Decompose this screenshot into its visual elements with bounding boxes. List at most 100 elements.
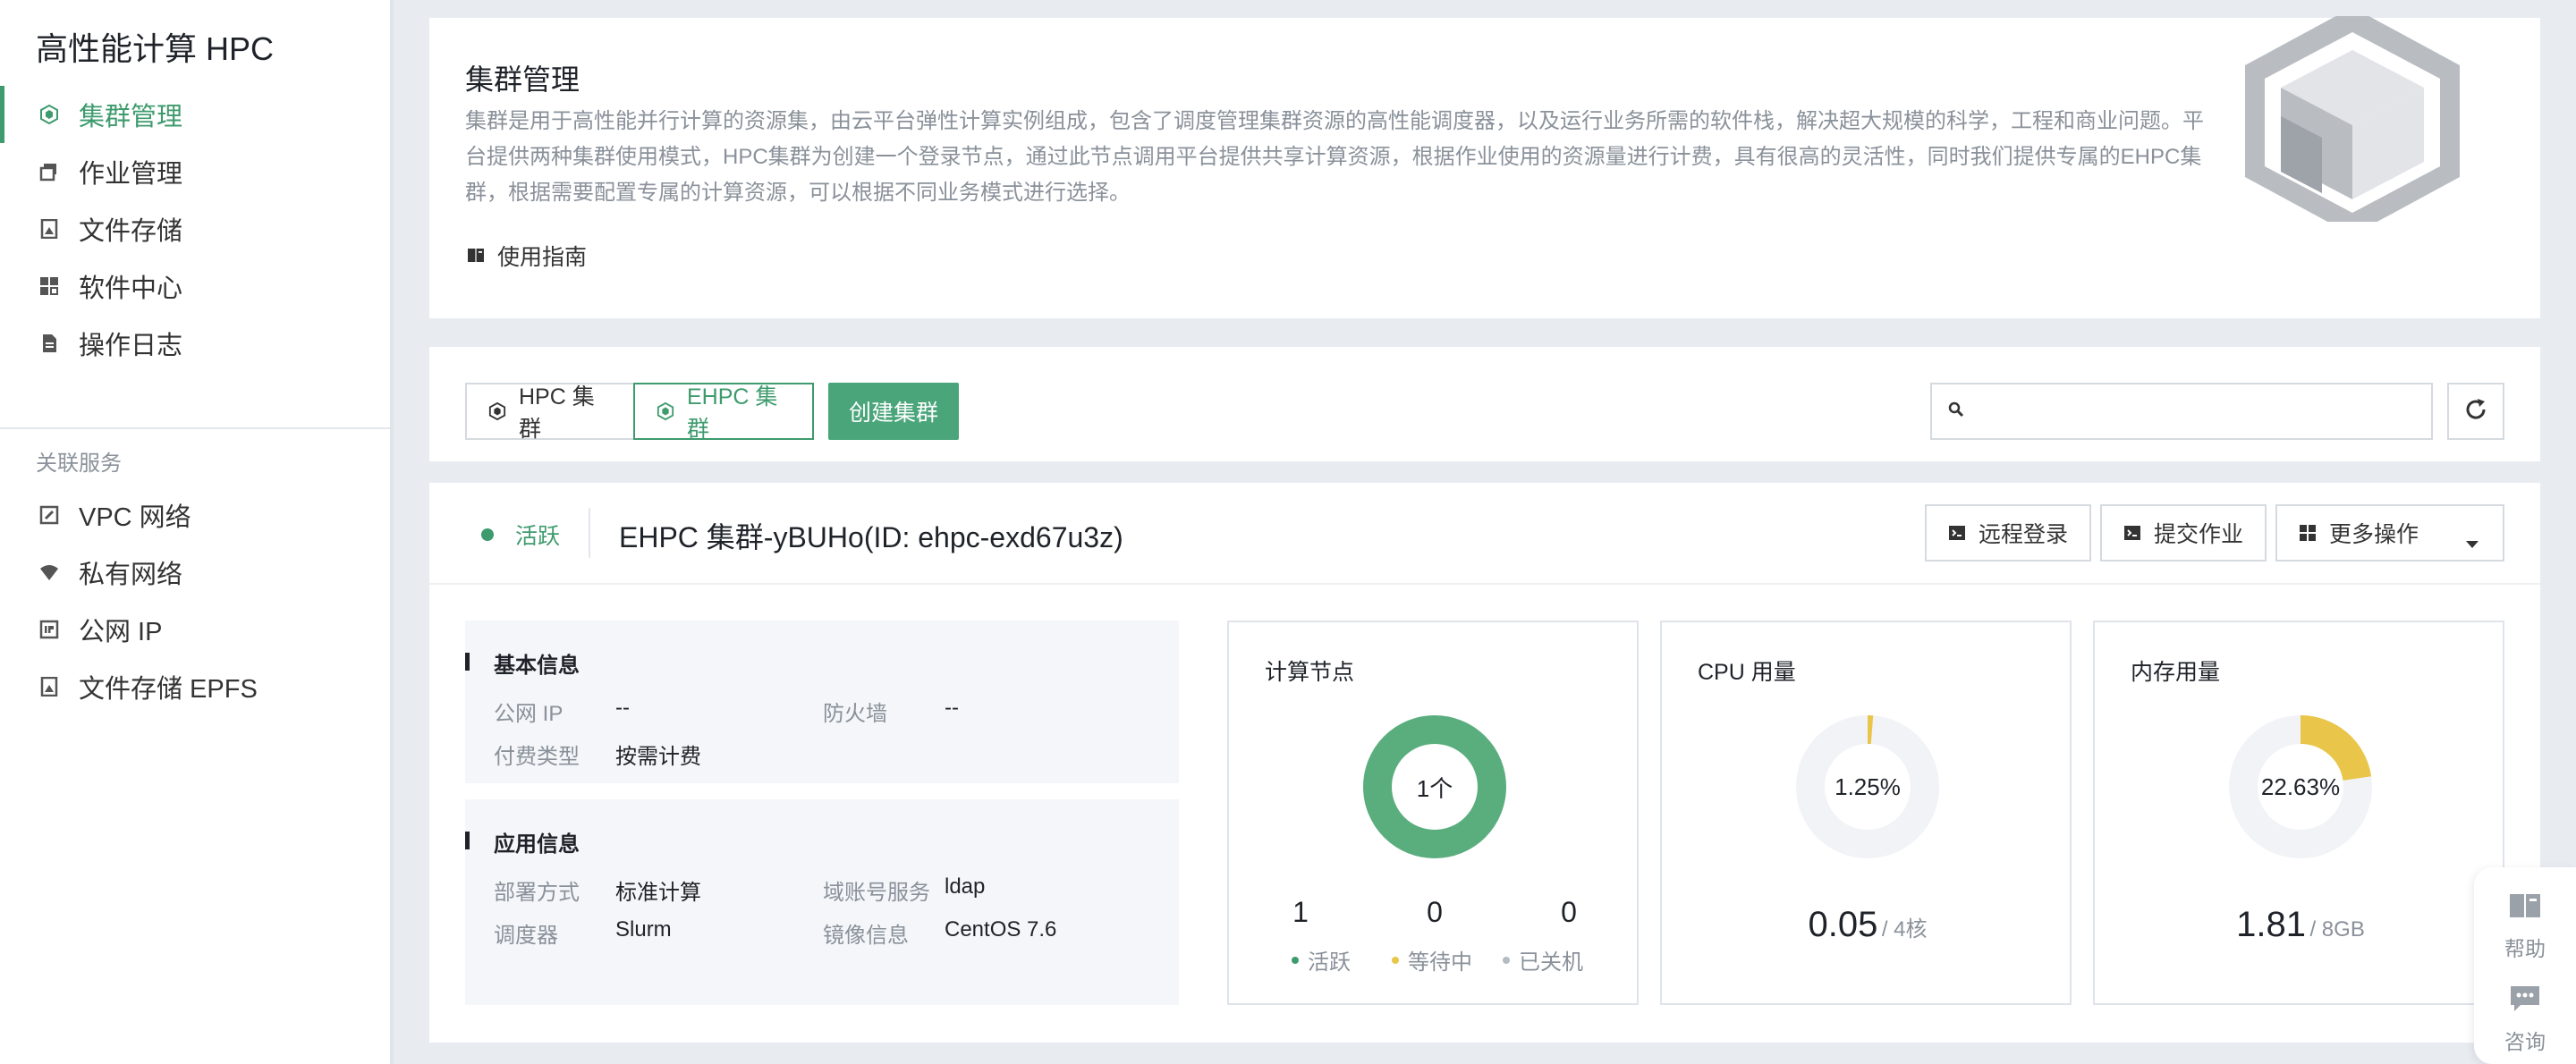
legend-waiting: 等待中 — [1392, 944, 1472, 975]
sidebar-item-label: 公网 IP — [79, 618, 163, 646]
consult-button[interactable]: 咨询 — [2474, 985, 2576, 1055]
legend-stopped: 已关机 — [1503, 944, 1583, 975]
memory-value-row: 1.81 / 8GB — [2095, 905, 2506, 945]
cluster-title: EHPC 集群-yBUHo(ID: ehpc-exd67u3z) — [619, 521, 1123, 553]
sidebar-divider — [0, 427, 390, 429]
deploy-label: 部署方式 — [494, 881, 580, 905]
log-icon — [39, 334, 59, 353]
book-icon — [467, 243, 485, 269]
help-label: 帮助 — [2504, 937, 2546, 960]
user-guide-label: 使用指南 — [497, 245, 588, 270]
job-icon — [39, 162, 59, 182]
sidebar-item-jobs[interactable]: 作业管理 — [0, 143, 390, 200]
submit-job-label: 提交作业 — [2154, 522, 2244, 547]
compute-nodes-panel: 计算节点 1个 1 0 0 活跃 等待中 已关机 — [1227, 621, 1639, 1005]
book-icon — [2509, 892, 2541, 925]
tab-ehpc-cluster[interactable]: EHPC 集群 — [633, 383, 814, 442]
sidebar-item-vpc[interactable]: VPC 网络 — [0, 486, 390, 544]
basic-info-title: 基本信息 — [494, 654, 580, 678]
refresh-button[interactable] — [2447, 383, 2504, 440]
chevron-down-icon — [2465, 529, 2479, 555]
sidebar-item-label: 集群管理 — [79, 103, 183, 131]
basic-info-panel: 基本信息 公网 IP -- 防火墙 -- 付费类型 按需计费 — [465, 621, 1179, 783]
legend-label: 已关机 — [1519, 950, 1583, 975]
cluster-icon — [488, 402, 506, 420]
section-marker — [465, 653, 470, 671]
sidebar-item-logs[interactable]: 操作日志 — [0, 315, 390, 372]
sidebar-item-storage[interactable]: 文件存储 — [0, 200, 390, 258]
nodes-count-center: 1个 — [1416, 774, 1453, 802]
cpu-usage-panel: CPU 用量 1.25% 0.05 / 4核 — [1660, 621, 2072, 1005]
sidebar-item-label: 软件中心 — [79, 274, 183, 303]
related-services-heading: 关联服务 — [36, 452, 122, 476]
sidebar-item-cluster[interactable]: 集群管理 — [0, 86, 390, 143]
page-description: 集群是用于高性能并行计算的资源集，由云平台弹性计算实例组成，包含了调度管理集群资… — [465, 109, 2204, 205]
firewall-label: 防火墙 — [823, 702, 887, 726]
divider — [429, 583, 2540, 585]
domain-service-label: 域账号服务 — [823, 881, 930, 905]
software-icon — [39, 276, 59, 296]
legend-active: 活跃 — [1292, 944, 1351, 975]
user-guide-link[interactable]: 使用指南 — [467, 240, 587, 272]
memory-usage-title: 内存用量 — [2131, 660, 2221, 685]
scheduler-label: 调度器 — [494, 924, 558, 948]
cluster-logo-icon — [2245, 16, 2460, 222]
create-cluster-button[interactable]: 创建集群 — [828, 383, 959, 440]
memory-unit: / 8GB — [2309, 917, 2365, 942]
storage-icon — [39, 219, 59, 239]
app-title: 高性能计算 HPC — [36, 30, 275, 67]
sidebar-item-public-ip[interactable]: 公网 IP — [0, 601, 390, 658]
search-icon — [1948, 401, 1964, 422]
sidebar-item-software[interactable]: 软件中心 — [0, 258, 390, 315]
image-label: 镜像信息 — [823, 924, 909, 948]
public-ip-label: 公网 IP — [494, 702, 564, 726]
app-info-panel: 应用信息 部署方式 标准计算 域账号服务 ldap 调度器 Slurm 镜像信息… — [465, 799, 1179, 1005]
chat-icon — [2510, 985, 2540, 1018]
more-actions-dropdown[interactable]: 更多操作 — [2275, 504, 2504, 562]
memory-usage-panel: 内存用量 22.63% 1.81 / 8GB — [2093, 621, 2504, 1005]
deploy-value: 标准计算 — [615, 881, 701, 905]
stopped-count: 0 — [1561, 896, 1577, 928]
tab-label: EHPC 集群 — [687, 384, 778, 442]
sidebar: 高性能计算 HPC 集群管理 作业管理 文件存储 软件中心 操作日志 关联服务 … — [0, 0, 394, 1064]
sidebar-item-label: 文件存储 EPFS — [79, 675, 258, 704]
legend-dot — [1292, 956, 1299, 964]
submit-job-button[interactable]: 提交作业 — [2100, 504, 2267, 562]
sidebar-item-private-network[interactable]: 私有网络 — [0, 544, 390, 601]
app-info-title: 应用信息 — [494, 832, 580, 857]
search-box — [1930, 383, 2433, 440]
search-input[interactable] — [1977, 386, 2431, 436]
ip-icon — [39, 620, 59, 639]
remote-login-button[interactable]: 远程登录 — [1925, 504, 2092, 562]
memory-value: 1.81 — [2236, 905, 2307, 944]
consult-label: 咨询 — [2504, 1030, 2546, 1053]
compute-nodes-title: 计算节点 — [1265, 660, 1355, 685]
tab-label: HPC 集群 — [519, 384, 595, 442]
status-label: 活跃 — [515, 524, 561, 549]
status-dot — [481, 528, 494, 541]
refresh-icon — [2462, 396, 2489, 427]
sidebar-item-label: 操作日志 — [79, 332, 183, 360]
cpu-value: 0.05 — [1808, 905, 1878, 944]
remote-login-label: 远程登录 — [1979, 522, 2069, 547]
billing-value: 按需计费 — [615, 745, 701, 769]
legend-dot — [1503, 956, 1510, 964]
cpu-unit: / 4核 — [1881, 917, 1928, 942]
sidebar-item-epfs[interactable]: 文件存储 EPFS — [0, 658, 390, 715]
cluster-icon — [657, 402, 674, 420]
image-value: CentOS 7.6 — [945, 917, 1057, 942]
sidebar-item-label: 私有网络 — [79, 561, 183, 589]
terminal-icon — [1948, 525, 1966, 541]
legend-dot — [1392, 956, 1399, 964]
scheduler-value: Slurm — [615, 917, 672, 942]
legend-label: 活跃 — [1308, 950, 1351, 975]
firewall-value: -- — [945, 696, 959, 720]
sidebar-item-label: 作业管理 — [79, 160, 183, 189]
cpu-percent: 1.25% — [1835, 773, 1901, 800]
page-title: 集群管理 — [465, 63, 580, 96]
sidebar-item-label: VPC 网络 — [79, 503, 191, 532]
help-button[interactable]: 帮助 — [2474, 892, 2576, 962]
tab-hpc-cluster[interactable]: HPC 集群 — [465, 383, 635, 442]
storage-icon — [39, 677, 59, 697]
sidebar-item-label: 文件存储 — [79, 217, 183, 246]
